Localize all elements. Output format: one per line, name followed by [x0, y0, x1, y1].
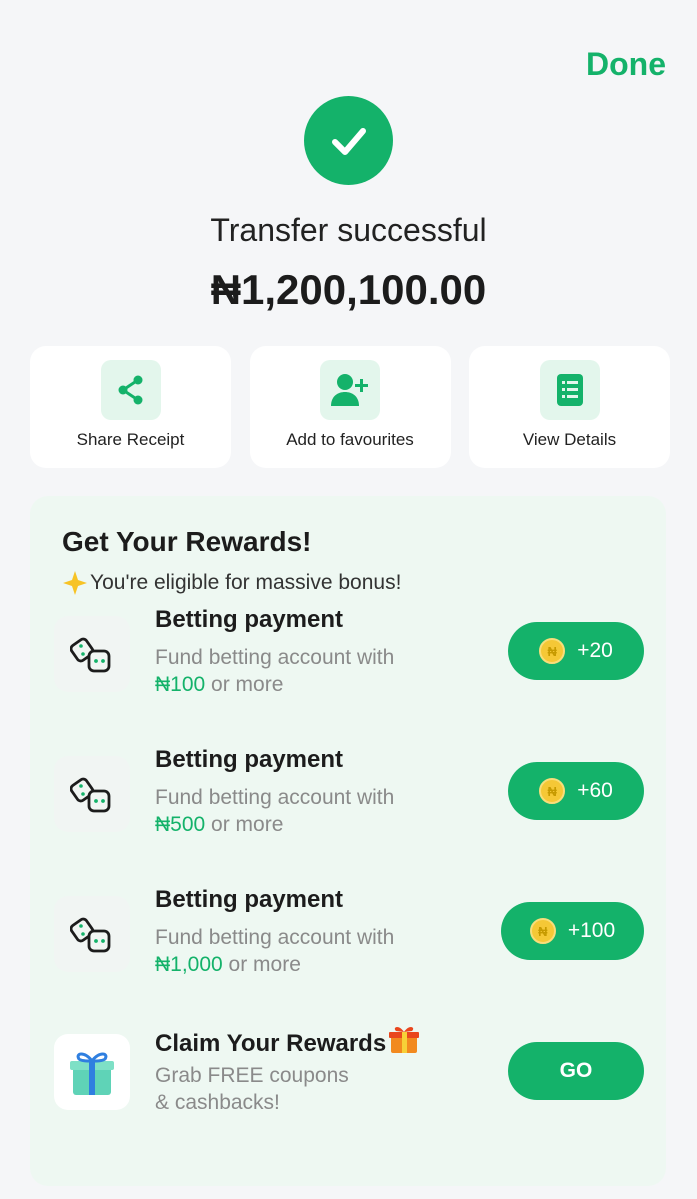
reward-desc-suffix: or more	[205, 673, 284, 696]
transfer-amount: ₦1,200,100.00	[210, 266, 487, 313]
dice-icon	[54, 756, 130, 832]
reward-points: +100	[567, 919, 616, 942]
share-receipt-label: Share Receipt	[76, 430, 185, 449]
reward-desc-text: Fund betting account with	[155, 646, 395, 669]
coin-icon: ₦	[539, 778, 566, 804]
view-details-button[interactable]: View Details	[469, 346, 670, 468]
reward-description: Fund betting account with ₦1,000 or more	[155, 924, 475, 978]
dice-icon	[54, 896, 130, 972]
rewards-subtitle-text: You're eligible for massive bonus!	[90, 571, 402, 594]
claim-rewards-description: Grab FREE coupons & cashbacks!	[155, 1062, 475, 1116]
reward-row: Betting payment Fund betting account wit…	[54, 886, 644, 996]
rewards-panel: Get Your Rewards! You're eligible for ma…	[30, 496, 666, 1186]
reward-min-amount: ₦100	[155, 673, 206, 696]
view-details-label: View Details	[522, 430, 617, 449]
share-icon	[100, 360, 161, 420]
reward-description: Fund betting account with ₦100 or more	[155, 644, 475, 698]
claim-desc-line1: Grab FREE coupons	[155, 1064, 349, 1087]
add-user-icon	[320, 360, 380, 420]
success-check-icon	[304, 96, 393, 185]
reward-description: Fund betting account with ₦500 or more	[155, 784, 475, 838]
reward-points-button[interactable]: ₦ +60	[508, 762, 644, 820]
reward-row: Betting payment Fund betting account wit…	[54, 606, 644, 716]
add-to-favourites-label: Add to favourites	[286, 430, 414, 449]
reward-points-button[interactable]: ₦ +100	[501, 902, 644, 960]
claim-desc-line2: & cashbacks!	[155, 1091, 280, 1114]
reward-row: Betting payment Fund betting account wit…	[54, 746, 644, 856]
reward-desc-text: Fund betting account with	[155, 786, 395, 809]
claim-rewards-row: Claim Your Rewards Grab FREE coupons & c…	[54, 1024, 644, 1134]
go-button[interactable]: GO	[508, 1042, 644, 1100]
gift-icon	[389, 1026, 420, 1053]
done-button[interactable]: Done	[586, 46, 666, 83]
reward-desc-text: Fund betting account with	[155, 926, 395, 949]
share-receipt-button[interactable]: Share Receipt	[30, 346, 231, 468]
dice-icon	[54, 616, 130, 692]
reward-desc-suffix: or more	[205, 813, 284, 836]
coin-icon: ₦	[529, 918, 556, 944]
reward-title: Betting payment	[155, 746, 344, 773]
add-to-favourites-button[interactable]: Add to favourites	[249, 346, 451, 468]
status-title: Transfer successful	[210, 212, 487, 248]
reward-min-amount: ₦500	[155, 813, 206, 836]
reward-title: Betting payment	[155, 886, 344, 913]
claim-rewards-title: Claim Your Rewards	[155, 1024, 420, 1058]
reward-desc-suffix: or more	[222, 953, 301, 976]
reward-title: Betting payment	[155, 606, 344, 633]
action-bar: Share Receipt Add to favourites View Det…	[30, 346, 670, 468]
go-button-label: GO	[559, 1059, 593, 1082]
rewards-subtitle: You're eligible for massive bonus!	[62, 570, 401, 596]
reward-min-amount: ₦1,000	[155, 953, 223, 976]
claim-rewards-title-text: Claim Your Rewards	[155, 1030, 387, 1057]
sparkle-star-icon	[63, 571, 87, 595]
reward-points: +60	[577, 779, 613, 802]
rewards-title: Get Your Rewards!	[62, 526, 312, 557]
reward-points-button[interactable]: ₦ +20	[508, 622, 644, 680]
gift-box-icon	[54, 1034, 130, 1110]
coin-icon: ₦	[539, 638, 566, 664]
reward-points: +20	[577, 639, 613, 662]
list-icon	[539, 360, 600, 420]
